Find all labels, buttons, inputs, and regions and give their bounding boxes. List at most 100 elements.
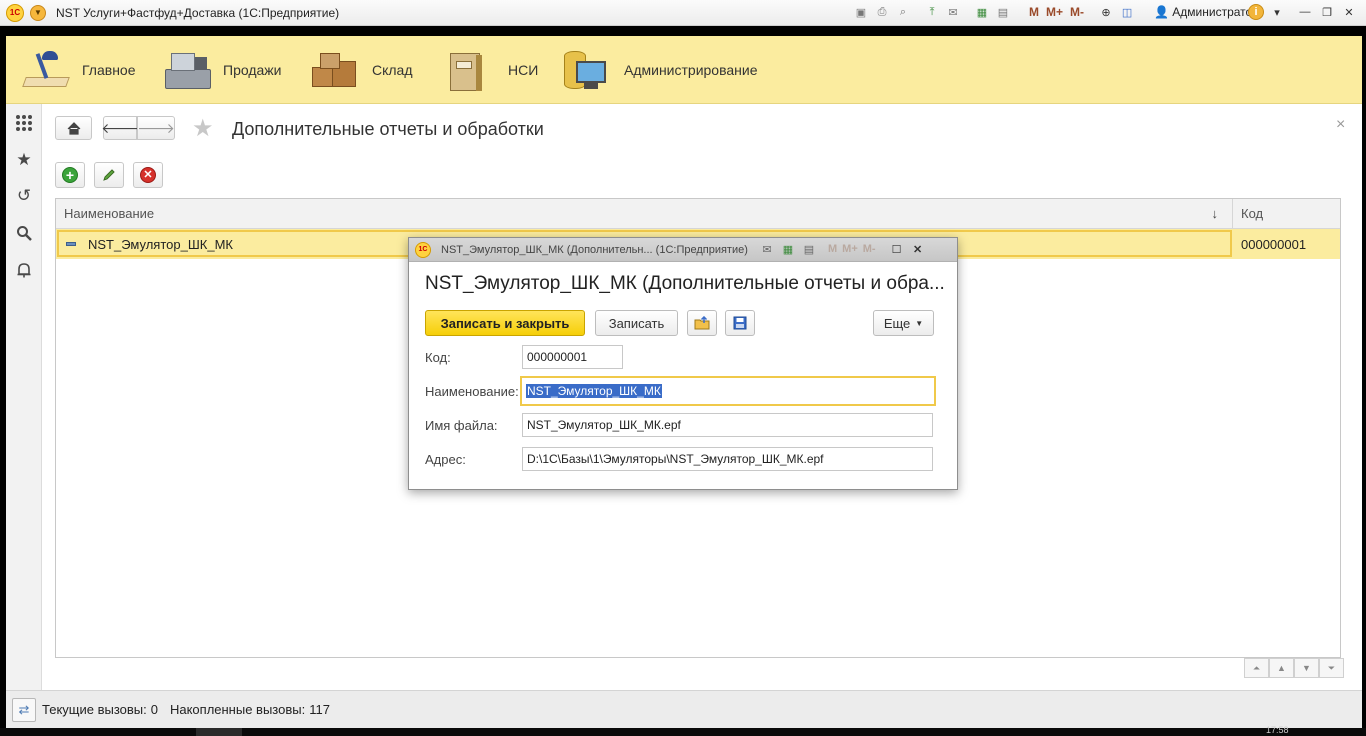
bell-icon <box>17 263 31 278</box>
window-titlebar: 1C ▼ NST Услуги+Фастфуд+Доставка (1С:Пре… <box>0 0 1366 26</box>
section-admin[interactable]: Администрирование <box>562 36 758 104</box>
print-icon[interactable]: ⎙ <box>873 3 891 21</box>
table-scroll-controls: ⏶ ▲ ▼ ⏷ <box>1244 658 1344 678</box>
section-nsi[interactable]: НСИ <box>446 36 538 104</box>
section-label-admin: Администрирование <box>624 62 758 78</box>
pencil-icon <box>103 169 115 181</box>
window-title: NST Услуги+Фастфуд+Доставка (1С:Предприя… <box>56 5 340 20</box>
favorite-star-icon[interactable]: ★ <box>192 114 214 143</box>
main-menu-button[interactable]: ▼ <box>30 4 46 21</box>
status-bar: ⇄ Текущие вызовы: 0 Накопленные вызовы: … <box>6 690 1362 728</box>
minimize-button[interactable]: — <box>1296 3 1314 21</box>
mail-icon[interactable]: ✉ <box>759 241 775 257</box>
section-main[interactable]: Главное <box>20 36 136 104</box>
calendar-icon[interactable]: ▤ <box>994 3 1012 21</box>
save-icon[interactable]: ▣ <box>852 3 870 21</box>
home-button[interactable] <box>55 116 92 140</box>
more-button[interactable]: Еще ▼ <box>873 310 934 336</box>
folder-upload-icon <box>694 316 710 330</box>
computer-database-icon <box>562 47 614 93</box>
m-minus-button[interactable]: M- <box>1068 3 1086 21</box>
column-header-code[interactable]: Код <box>1233 199 1340 229</box>
forward-button[interactable]: 🡒 <box>137 116 175 140</box>
chevron-down-icon[interactable]: ▾ <box>1268 3 1286 21</box>
favorites-icon[interactable]: ★ <box>6 148 42 172</box>
section-sales[interactable]: Продажи <box>161 36 281 104</box>
file-name-label: Имя файла: <box>425 418 498 433</box>
scroll-first-button[interactable]: ⏶ <box>1244 658 1269 678</box>
page-title: Дополнительные отчеты и обработки <box>232 119 544 139</box>
preview-icon[interactable]: ⌕ <box>894 3 912 21</box>
zoom-icon[interactable]: ⊕ <box>1097 3 1115 21</box>
home-icon <box>67 121 80 135</box>
cash-register-icon <box>161 47 213 93</box>
column-name-label: Наименование <box>64 206 155 221</box>
scroll-last-button[interactable]: ⏷ <box>1319 658 1344 678</box>
cell-code: 000000001 <box>1241 236 1307 252</box>
close-form-button[interactable]: × <box>1336 116 1345 134</box>
left-sidebar: ★ ↺ <box>6 104 42 690</box>
save-button[interactable]: Записать <box>595 310 678 336</box>
address-field[interactable]: D:\1С\Базы\1\Эмуляторы\NST_Эмулятор_ШК_М… <box>522 447 933 471</box>
cell-name: NST_Эмулятор_ШК_МК <box>88 236 233 252</box>
arrow-left-icon: 🡐 <box>101 119 139 136</box>
close-dialog-button[interactable]: ✕ <box>910 241 926 257</box>
save-file-button[interactable] <box>725 310 755 336</box>
arrow-right-icon: 🡒 <box>137 119 175 136</box>
code-field[interactable]: 000000001 <box>522 345 623 369</box>
all-functions-icon[interactable] <box>6 111 42 135</box>
calculator-icon[interactable]: ▦ <box>973 3 991 21</box>
dialog-titlebar[interactable]: 1C NST_Эмулятор_ШК_МК (Дополнительн... (… <box>409 238 957 262</box>
notifications-icon[interactable] <box>6 258 42 282</box>
taskbar-clock: 17:58 <box>1266 725 1289 735</box>
m-plus-button[interactable]: M+ <box>842 241 858 257</box>
dialog-caption: NST_Эмулятор_ШК_МК (Дополнительн... (1С:… <box>441 243 748 256</box>
name-label: Наименование: <box>425 384 519 399</box>
edit-button[interactable] <box>94 162 124 188</box>
section-warehouse[interactable]: Склад <box>310 36 413 104</box>
desk-lamp-icon <box>20 47 72 93</box>
name-field[interactable]: NST_Эмулятор_ШК_МК <box>520 376 936 406</box>
row-marker-icon <box>66 229 76 259</box>
m-button[interactable]: M <box>828 241 837 257</box>
scroll-down-button[interactable]: ▼ <box>1294 658 1319 678</box>
info-icon[interactable]: i <box>1248 4 1264 20</box>
column-header-name[interactable]: Наименование ↓ <box>56 199 1233 229</box>
sections-panel: Главное Продажи Склад НСИ Администрирова… <box>6 36 1362 104</box>
total-calls-value: 117 <box>309 702 330 717</box>
section-label-main: Главное <box>82 62 136 78</box>
delete-button[interactable]: ✕ <box>133 162 163 188</box>
taskbar-item[interactable] <box>196 728 242 736</box>
search-icon[interactable] <box>6 221 42 245</box>
maximize-button[interactable]: ☐ <box>889 241 905 257</box>
current-calls-label: Текущие вызовы: <box>42 702 147 717</box>
calculator-icon[interactable]: ▦ <box>780 241 796 257</box>
dialog-heading: NST_Эмулятор_ШК_МК (Дополнительные отчет… <box>425 273 945 294</box>
calendar-icon[interactable]: ▤ <box>801 241 817 257</box>
m-plus-button[interactable]: M+ <box>1044 3 1065 21</box>
magnifier-icon <box>17 226 32 241</box>
panels-icon[interactable]: ◫ <box>1118 3 1136 21</box>
file-name-field[interactable]: NST_Эмулятор_ШК_МК.epf <box>522 413 933 437</box>
item-dialog: 1C NST_Эмулятор_ШК_МК (Дополнительн... (… <box>408 237 958 490</box>
total-calls-label: Накопленные вызовы: <box>169 702 306 717</box>
add-button[interactable]: + <box>55 162 85 188</box>
close-window-button[interactable]: ✕ <box>1340 3 1358 21</box>
user-name[interactable]: 👤 Администратор <box>1154 5 1259 19</box>
dialog-tools: ✉ ▦ ▤ M M+ M- ☐ ✕ <box>759 241 926 257</box>
save-and-close-button[interactable]: Записать и закрыть <box>425 310 585 336</box>
mail-icon[interactable]: ✉ <box>944 3 962 21</box>
address-label: Адрес: <box>425 452 466 467</box>
open-folder-button[interactable] <box>687 310 717 336</box>
call-stats-icon[interactable]: ⇄ <box>12 697 36 722</box>
link-icon[interactable]: ⤒ <box>923 3 941 21</box>
back-button[interactable]: 🡐 <box>101 116 139 140</box>
user-name-text: Администратор <box>1172 5 1259 19</box>
history-icon[interactable]: ↺ <box>6 184 42 208</box>
section-label-nsi: НСИ <box>508 62 539 78</box>
restore-button[interactable]: ❐ <box>1318 3 1336 21</box>
dropdown-arrow-icon: ▼ <box>915 318 924 328</box>
scroll-up-button[interactable]: ▲ <box>1269 658 1294 678</box>
m-button[interactable]: M <box>1027 3 1041 21</box>
m-minus-button[interactable]: M- <box>863 241 876 257</box>
